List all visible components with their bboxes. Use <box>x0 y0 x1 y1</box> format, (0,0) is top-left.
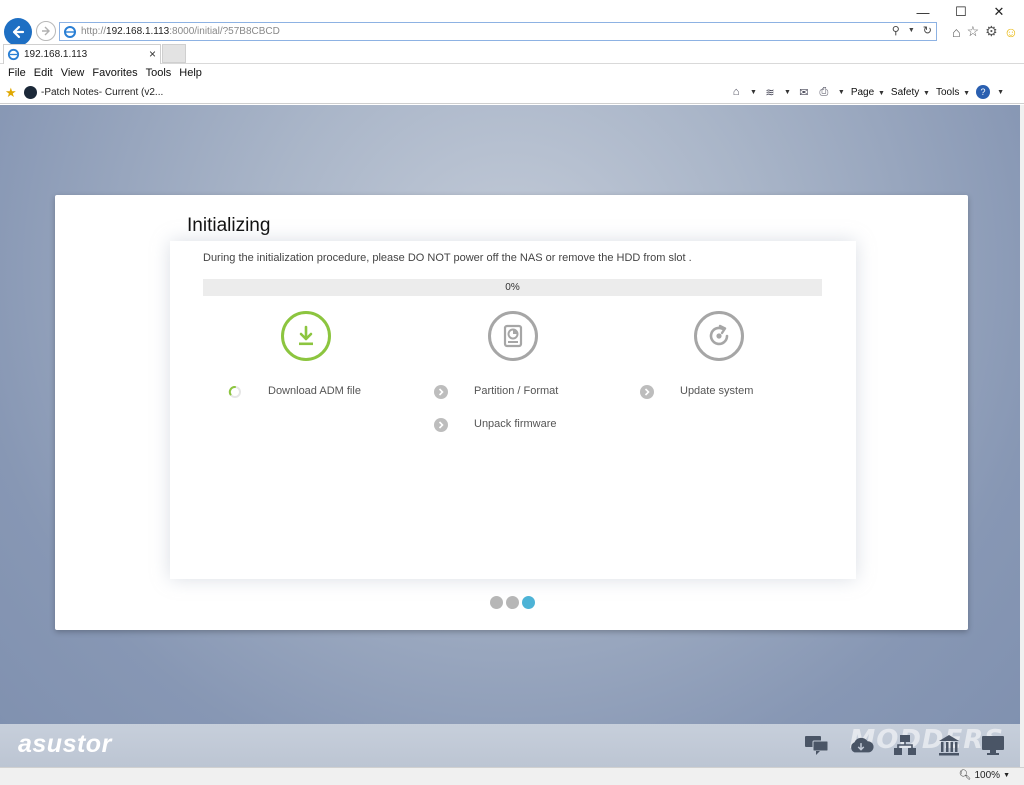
ie-icon <box>64 25 76 38</box>
status-bar: 🔍︎ 100% ▼ <box>0 767 1024 785</box>
network-icon[interactable] <box>892 733 918 757</box>
menu-file[interactable]: File <box>8 67 26 79</box>
zoom-control[interactable]: 🔍︎ 100% ▼ <box>959 770 1010 781</box>
ie-icon <box>7 48 20 61</box>
favorite-link-label: -Patch Notes- Current (v2... <box>41 87 164 98</box>
steam-icon <box>24 86 37 99</box>
download-icon <box>299 325 313 346</box>
chevron-down-icon[interactable]: ▼ <box>997 89 1004 96</box>
init-card: Initializing During the initialization p… <box>55 195 968 630</box>
chevron-right-icon <box>640 385 654 399</box>
search-icon[interactable]: ⚲ <box>892 24 900 37</box>
safety-menu[interactable]: Safety ▼ <box>891 87 930 98</box>
zoom-level: 100% <box>974 770 1001 781</box>
institution-icon[interactable] <box>936 733 962 757</box>
update-step-icon <box>694 311 744 361</box>
menu-tools[interactable]: Tools <box>146 67 172 79</box>
command-bar: ⌂ ▼ ≋ ▼ ✉ ⎙ ▼ Page ▼ Safety ▼ Tools ▼ ? ▼ <box>729 85 1004 99</box>
step-partition-label: Partition / Format <box>474 385 559 397</box>
cloud-download-icon[interactable] <box>848 733 874 757</box>
tab-bar: 192.168.1.113 × <box>0 44 1024 64</box>
hdd-icon <box>503 324 523 348</box>
url-text: http://192.168.1.113:8000/initial/?57B8C… <box>81 26 280 37</box>
chevron-down-icon[interactable]: ▼ <box>784 89 791 96</box>
asustor-logo: asustor <box>18 730 112 758</box>
menu-favorites[interactable]: Favorites <box>92 67 137 79</box>
step-download-label: Download ADM file <box>268 385 361 397</box>
browser-titlebar: http://192.168.1.113:8000/initial/?57B8C… <box>0 0 1024 46</box>
forward-button[interactable] <box>36 21 56 41</box>
pager-dot <box>506 596 519 609</box>
zoom-icon: 🔍︎ <box>958 770 972 781</box>
favorites-bar: ★ -Patch Notes- Current (v2... ⌂ ▼ ≋ ▼ ✉ ⎙… <box>0 82 1024 104</box>
partition-step-icon <box>488 311 538 361</box>
loading-spinner-icon <box>228 386 241 398</box>
chevron-down-icon[interactable]: ▼ <box>908 27 915 34</box>
page-background: Initializing During the initialization p… <box>0 105 1020 767</box>
step-update-label: Update system <box>680 385 754 397</box>
page-menu[interactable]: Page ▼ <box>851 87 885 98</box>
pager-dots <box>490 596 535 609</box>
home-icon[interactable]: ⌂ <box>952 24 960 40</box>
menu-edit[interactable]: Edit <box>34 67 53 79</box>
new-tab-button[interactable] <box>162 44 186 63</box>
chevron-down-icon[interactable]: ▼ <box>838 89 845 96</box>
back-button[interactable] <box>4 18 32 46</box>
tab-current[interactable]: 192.168.1.113 × <box>3 44 161 64</box>
add-favorite-star-icon[interactable]: ★ <box>5 85 17 101</box>
menu-help[interactable]: Help <box>179 67 202 79</box>
arrow-right-icon <box>42 26 50 36</box>
print-icon[interactable]: ⎙ <box>817 85 831 99</box>
close-window-button[interactable]: ✕ <box>980 4 1018 20</box>
tools-menu[interactable]: Tools ▼ <box>936 87 970 98</box>
pager-dot-active <box>522 596 535 609</box>
chevron-down-icon[interactable]: ▼ <box>750 89 757 96</box>
chevron-right-icon <box>434 385 448 399</box>
arrow-left-icon <box>12 25 25 39</box>
init-panel: During the initialization procedure, ple… <box>170 241 856 579</box>
address-bar[interactable]: http://192.168.1.113:8000/initial/?57B8C… <box>59 22 937 41</box>
progress-text: 0% <box>505 282 520 293</box>
page-title: Initializing <box>187 215 271 236</box>
step-unpack-label: Unpack firmware <box>474 418 557 430</box>
refresh-icon <box>709 324 729 346</box>
mail-icon[interactable]: ✉ <box>797 85 811 99</box>
help-icon[interactable]: ? <box>976 85 991 99</box>
chevron-right-icon <box>434 418 448 432</box>
menu-bar: File Edit View Favorites Tools Help <box>0 64 1024 82</box>
maximize-button[interactable]: ☐ <box>942 4 980 20</box>
asustor-footer: asustor MODDERS <box>0 724 1020 767</box>
favorite-link[interactable]: -Patch Notes- Current (v2... <box>24 86 163 99</box>
progress-bar: 0% <box>203 279 822 296</box>
monitor-icon[interactable] <box>980 733 1006 757</box>
feedback-smiley-icon[interactable]: ☺ <box>1004 24 1018 40</box>
page-scrollbar[interactable] <box>1020 105 1024 767</box>
menu-view[interactable]: View <box>61 67 85 79</box>
chat-icon[interactable] <box>804 733 830 757</box>
refresh-icon[interactable]: ↻ <box>923 24 932 37</box>
gear-icon[interactable]: ⚙ <box>985 23 998 40</box>
warning-notice: During the initialization procedure, ple… <box>203 252 692 264</box>
minimize-button[interactable]: — <box>904 4 942 20</box>
chevron-down-icon: ▼ <box>1003 772 1010 779</box>
tab-title: 192.168.1.113 <box>24 49 88 60</box>
download-step-icon <box>281 311 331 361</box>
home-icon[interactable]: ⌂ <box>729 85 743 99</box>
pager-dot <box>490 596 503 609</box>
close-tab-icon[interactable]: × <box>149 47 156 61</box>
rss-feed-icon[interactable]: ≋ <box>763 85 777 99</box>
favorites-star-icon[interactable]: ☆ <box>967 23 980 40</box>
